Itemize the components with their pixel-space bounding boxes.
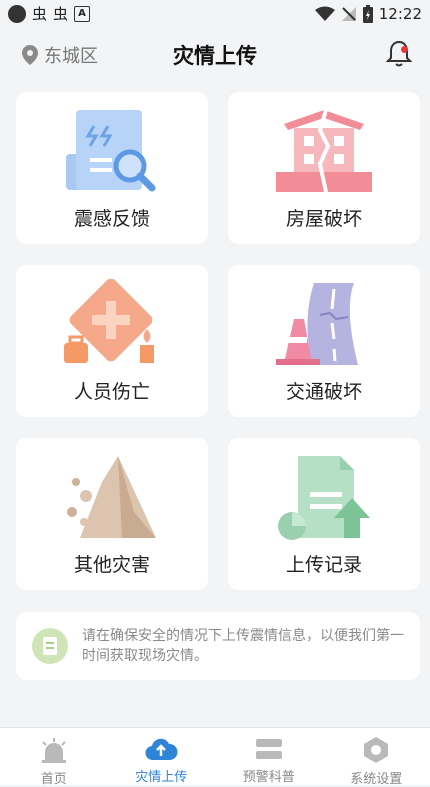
bug-icon: 虫	[32, 5, 47, 23]
bug-icon-2: 虫	[53, 5, 68, 23]
card-label: 震感反馈	[16, 204, 208, 231]
page-title: 灾情上传	[0, 40, 430, 70]
seismic-report-icon	[62, 106, 162, 196]
record-dot-icon	[8, 5, 26, 23]
tab-warning-science[interactable]: 预警科普	[215, 728, 323, 785]
card-traffic-damage[interactable]: 交通破坏	[228, 265, 420, 417]
tab-label: 系统设置	[350, 768, 402, 787]
a-icon: A	[74, 6, 90, 22]
hexagon-settings-icon	[362, 736, 390, 764]
bell-icon	[384, 38, 414, 68]
notification-dot	[401, 46, 408, 53]
traffic-damage-icon	[274, 279, 374, 369]
card-seismic-feedback[interactable]: 震感反馈	[16, 92, 208, 244]
safety-notice: 请在确保安全的情况下上传震情信息，以便我们第一时间获取现场灾情。	[16, 612, 420, 680]
bottom-tab-bar: 首页 灾情上传 预警科普 系统设置	[0, 727, 430, 785]
card-casualty[interactable]: 人员伤亡	[16, 265, 208, 417]
layers-icon	[254, 736, 284, 762]
card-label: 人员伤亡	[16, 377, 208, 404]
upload-record-icon	[274, 452, 374, 542]
battery-charging-icon	[363, 5, 373, 23]
tab-label: 灾情上传	[135, 766, 187, 785]
cloud-upload-icon	[144, 736, 178, 762]
header: 东城区 灾情上传	[0, 28, 430, 80]
tab-label: 首页	[41, 768, 67, 787]
card-label: 交通破坏	[228, 377, 420, 404]
card-label: 其他灾害	[16, 550, 208, 577]
no-signal-icon	[341, 6, 357, 22]
casualty-icon	[62, 279, 162, 369]
card-other-disaster[interactable]: 其他灾害	[16, 438, 208, 590]
tab-label: 预警科普	[243, 766, 295, 785]
status-time: 12:22	[379, 5, 422, 23]
wifi-icon	[315, 6, 335, 22]
tab-system-settings[interactable]: 系统设置	[323, 728, 430, 785]
tab-disaster-upload[interactable]: 灾情上传	[108, 728, 216, 785]
status-bar: 虫 虫 A 12:22	[0, 0, 430, 28]
notification-button[interactable]	[384, 38, 414, 68]
notice-text: 请在确保安全的情况下上传震情信息，以便我们第一时间获取现场灾情。	[82, 626, 412, 666]
card-label: 上传记录	[228, 550, 420, 577]
card-upload-record[interactable]: 上传记录	[228, 438, 420, 590]
card-label: 房屋破坏	[228, 204, 420, 231]
other-disaster-icon	[62, 452, 162, 542]
notice-doc-icon	[32, 628, 68, 664]
card-house-damage[interactable]: 房屋破坏	[228, 92, 420, 244]
house-damage-icon	[274, 106, 374, 196]
home-alarm-icon	[39, 736, 69, 764]
tab-home[interactable]: 首页	[0, 728, 108, 785]
